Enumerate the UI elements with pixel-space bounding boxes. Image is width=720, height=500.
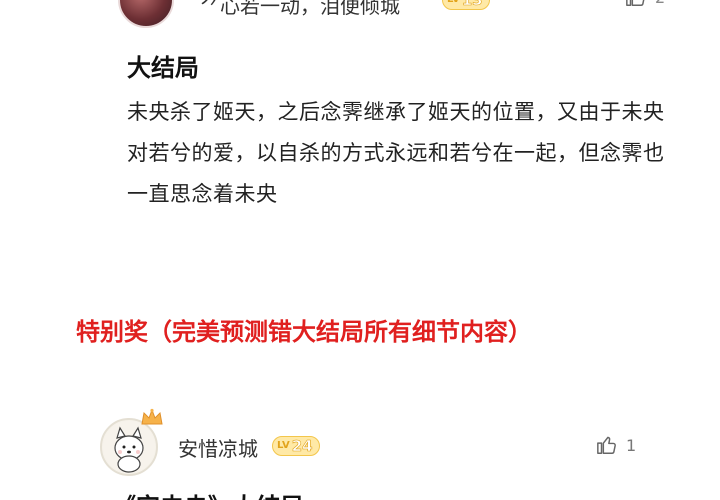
comment-header: ⺈心若一动，泪便倾城 LV 13 2 xyxy=(0,0,720,28)
like-count: 2 xyxy=(655,0,665,7)
level-badge: LV 24 xyxy=(272,436,320,456)
special-prize-heading: 特别奖（完美预测错大结局所有细节内容） xyxy=(76,318,532,346)
thumbs-up-icon xyxy=(626,0,645,6)
comment-body: 未央杀了姬天，之后念霁继承了姬天的位置，又由于未央对若兮的爱，以自杀的方式永远和… xyxy=(127,100,665,206)
like-button[interactable]: 1 xyxy=(596,434,636,456)
crown-icon xyxy=(141,408,163,425)
level-tag: LV xyxy=(447,0,460,9)
level-number: 24 xyxy=(291,437,313,456)
comment-feed: ⺈心若一动，泪便倾城 LV 13 2 大结局 未央杀了姬天，之后念霁继承了姬天的… xyxy=(0,0,720,500)
level-tag: LV xyxy=(277,440,290,451)
comment-title: 大结局 xyxy=(127,54,199,82)
like-count: 1 xyxy=(626,435,637,455)
comment-title: 《宫未央》大结局 xyxy=(112,487,304,500)
username[interactable]: ⺈心若一动，泪便倾城 xyxy=(200,0,400,19)
thumbs-up-icon xyxy=(597,436,616,454)
like-button[interactable]: 2 xyxy=(625,0,665,8)
level-badge: LV 13 xyxy=(442,0,490,10)
avatar[interactable] xyxy=(118,0,174,28)
level-number: 13 xyxy=(461,0,483,9)
username[interactable]: 安惜凉城 xyxy=(178,433,258,462)
dog-avatar-icon xyxy=(103,421,155,473)
